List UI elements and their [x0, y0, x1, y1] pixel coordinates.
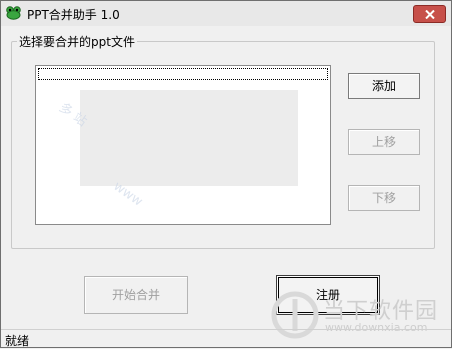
add-button[interactable]: 添加 [348, 73, 420, 99]
move-down-button[interactable]: 下移 [348, 185, 420, 211]
title-bar[interactable]: PPT合并助手 1.0 [1, 1, 451, 26]
frog-app-icon [6, 6, 21, 20]
window-title: PPT合并助手 1.0 [27, 8, 120, 22]
file-listbox[interactable] [35, 65, 331, 225]
app-window: PPT合并助手 1.0 选择要合并的ppt文件 添加 上移 下移 开始合并 注册… [0, 0, 452, 348]
close-icon [425, 10, 435, 19]
status-text: 就绪 [5, 334, 30, 348]
close-button[interactable] [413, 5, 446, 23]
list-focus-row[interactable] [38, 68, 328, 80]
status-bar: 就绪 [1, 329, 451, 348]
start-merge-button[interactable]: 开始合并 [84, 276, 188, 314]
groupbox-label: 选择要合并的ppt文件 [17, 33, 137, 50]
move-up-button[interactable]: 上移 [348, 129, 420, 155]
list-empty-area [80, 90, 298, 186]
